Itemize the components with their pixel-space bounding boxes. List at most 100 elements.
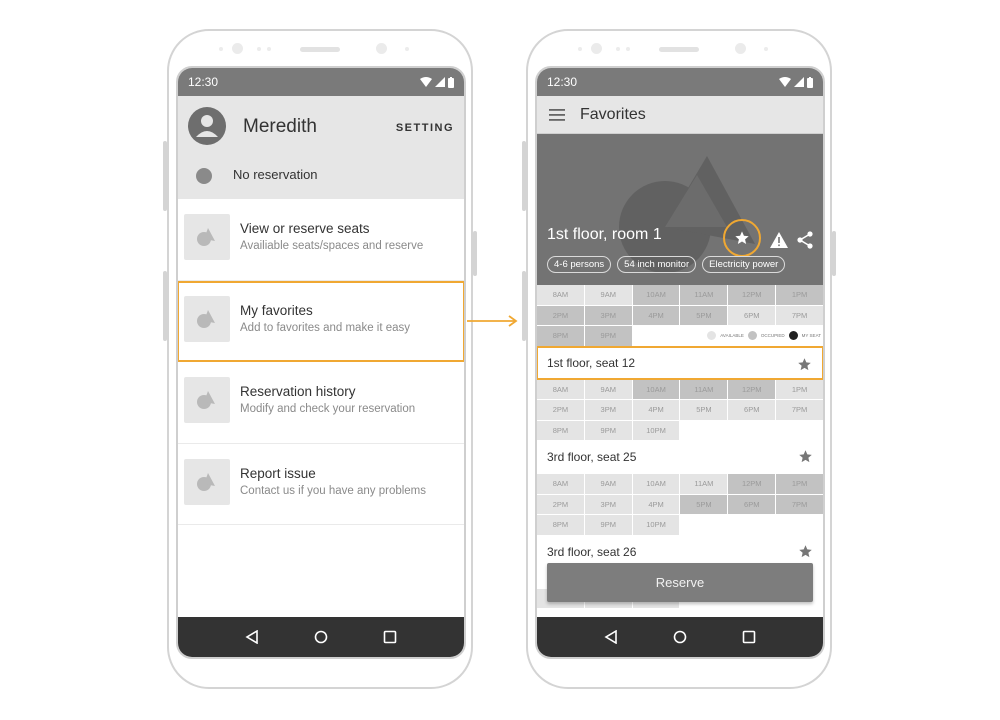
menu-item-reservation-history[interactable]: Reservation history Modify and check you… bbox=[178, 362, 464, 444]
time-slot-occupied: 12PM bbox=[728, 474, 776, 494]
earpiece-speaker bbox=[300, 47, 340, 52]
time-slot-available[interactable]: 9AM bbox=[584, 285, 632, 305]
time-slot-available[interactable]: 4PM bbox=[632, 494, 680, 514]
sensor-dot bbox=[626, 47, 630, 51]
recents-icon[interactable] bbox=[742, 630, 756, 644]
time-slot-occupied: 5PM bbox=[680, 305, 728, 325]
status-time: 12:30 bbox=[547, 75, 578, 89]
time-slot-available[interactable]: 10AM bbox=[632, 474, 680, 494]
menu-item-title: Reservation history bbox=[240, 384, 356, 399]
volume-up-button bbox=[163, 141, 167, 211]
time-slot-occupied: 10AM bbox=[632, 379, 680, 399]
time-slot-occupied: 1PM bbox=[776, 474, 823, 494]
room-hero-card[interactable]: 1st floor, room 1 4-6 persons 54 inch mo… bbox=[537, 134, 823, 285]
time-slot-occupied: 2PM bbox=[537, 305, 584, 325]
favorite-item[interactable]: 1st floor, seat 12 bbox=[537, 345, 823, 380]
favorite-item-title: 1st floor, seat 12 bbox=[547, 355, 636, 370]
time-slot-available[interactable]: 8AM bbox=[537, 379, 584, 399]
share-icon[interactable] bbox=[797, 230, 813, 249]
time-slot-available[interactable]: 7PM bbox=[776, 305, 823, 325]
favorite-item-title: 3rd floor, seat 26 bbox=[547, 544, 637, 559]
home-icon[interactable] bbox=[314, 630, 328, 644]
hamburger-menu-icon[interactable] bbox=[549, 108, 565, 121]
phone-frame-left: 12:30 Meredith SETTING No reservation Vi… bbox=[163, 29, 477, 689]
status-time: 12:30 bbox=[188, 75, 219, 89]
signal-icon bbox=[435, 77, 445, 87]
star-icon[interactable] bbox=[797, 357, 812, 372]
reservation-status: No reservation bbox=[233, 167, 318, 182]
avatar[interactable] bbox=[188, 107, 226, 145]
time-slot-available[interactable]: 9AM bbox=[584, 474, 632, 494]
time-slot-available[interactable]: 3PM bbox=[584, 494, 632, 514]
time-slot-available[interactable]: 10PM bbox=[632, 515, 680, 535]
time-slot-available[interactable]: 9AM bbox=[584, 379, 632, 399]
legend-occupied-dot bbox=[747, 331, 757, 341]
time-slot-available[interactable]: 2PM bbox=[537, 494, 584, 514]
time-slot-available[interactable]: 5PM bbox=[680, 400, 728, 420]
time-slot-grid: 8AM 9AM 10AM 11AM 12PM 1PM 2PM 3PM 4PM 5PM 6PM 7PM 8… bbox=[537, 379, 823, 440]
front-camera-icon bbox=[232, 43, 243, 54]
star-icon[interactable] bbox=[798, 449, 813, 464]
time-slot-available[interactable]: 8AM bbox=[537, 474, 584, 494]
reserve-button[interactable]: Reserve bbox=[547, 563, 813, 602]
menu-item-report-issue[interactable]: Report issue Contact us if you have any … bbox=[178, 444, 464, 525]
system-nav-bar bbox=[178, 617, 464, 657]
favorite-item[interactable]: 3rd floor, seat 25 bbox=[537, 440, 823, 474]
time-slot-available[interactable]: 6PM bbox=[728, 305, 776, 325]
status-bar: 12:30 bbox=[537, 68, 823, 96]
wifi-icon bbox=[420, 77, 432, 87]
back-icon[interactable] bbox=[245, 630, 259, 644]
time-slot-available[interactable]: 8AM bbox=[537, 285, 584, 305]
status-bar: 12:30 bbox=[178, 68, 464, 96]
time-slot-available[interactable]: 9PM bbox=[584, 420, 632, 440]
favorite-button[interactable] bbox=[723, 219, 761, 257]
placeholder-image-icon bbox=[184, 295, 230, 342]
time-slot-occupied: 6PM bbox=[728, 494, 776, 514]
time-slot-available[interactable]: 2PM bbox=[537, 400, 584, 420]
star-icon bbox=[735, 231, 749, 244]
warning-icon[interactable] bbox=[770, 231, 788, 248]
time-slot-available[interactable]: 6PM bbox=[728, 400, 776, 420]
time-slot-available[interactable]: 10PM bbox=[632, 420, 680, 440]
placeholder-image-icon bbox=[184, 377, 230, 423]
feature-chip: Electricity power bbox=[702, 256, 786, 273]
time-slot-available[interactable]: 3PM bbox=[584, 400, 632, 420]
menu-item-subtitle: Add to favorites and make it easy bbox=[240, 321, 411, 334]
time-slot-occupied: 10AM bbox=[632, 285, 680, 305]
setting-button[interactable]: SETTING bbox=[396, 122, 454, 134]
availability-legend: AVAILABLE OCCUPIED MY SEAT bbox=[632, 326, 823, 346]
time-slot-occupied: 11AM bbox=[680, 379, 728, 399]
battery-icon bbox=[448, 76, 454, 88]
time-slot-available[interactable]: 1PM bbox=[776, 379, 823, 399]
home-icon[interactable] bbox=[673, 630, 687, 644]
user-icon bbox=[196, 115, 218, 137]
front-camera-icon bbox=[591, 43, 602, 54]
time-slot-available[interactable]: 11AM bbox=[680, 474, 728, 494]
star-icon[interactable] bbox=[798, 544, 813, 559]
recents-icon[interactable] bbox=[383, 630, 397, 644]
back-icon[interactable] bbox=[604, 630, 618, 644]
placeholder-image-icon bbox=[184, 214, 230, 260]
time-slot-available[interactable]: 9PM bbox=[584, 515, 632, 535]
menu-item-my-favorites[interactable]: My favorites Add to favorites and make i… bbox=[178, 280, 464, 362]
time-slot-available[interactable]: 8PM bbox=[537, 420, 584, 440]
proximity-sensor bbox=[376, 43, 387, 54]
time-slot-occupied: 9PM bbox=[584, 326, 632, 346]
earpiece-speaker bbox=[659, 47, 699, 52]
time-slot-available[interactable]: 8PM bbox=[537, 515, 584, 535]
time-slot-available[interactable]: 4PM bbox=[632, 400, 680, 420]
room-title: 1st floor, room 1 bbox=[547, 226, 662, 243]
volume-down-button bbox=[163, 271, 167, 341]
menu-item-title: Report issue bbox=[240, 465, 316, 481]
menu-item-view-reserve-seats[interactable]: View or reserve seats Availiable seats/s… bbox=[178, 199, 464, 281]
legend-available-label: AVAILABLE bbox=[720, 333, 744, 339]
sensor-dot bbox=[219, 47, 223, 51]
time-slot-available[interactable]: 7PM bbox=[776, 400, 823, 420]
time-slot-occupied: 12PM bbox=[728, 379, 776, 399]
profile-header: Meredith SETTING No reservation bbox=[178, 96, 464, 199]
feature-chip: 54 inch monitor bbox=[617, 256, 697, 273]
time-slot-occupied: 4PM bbox=[632, 305, 680, 325]
power-button bbox=[473, 231, 477, 276]
legend-available-dot bbox=[707, 331, 717, 341]
battery-icon bbox=[807, 76, 813, 88]
